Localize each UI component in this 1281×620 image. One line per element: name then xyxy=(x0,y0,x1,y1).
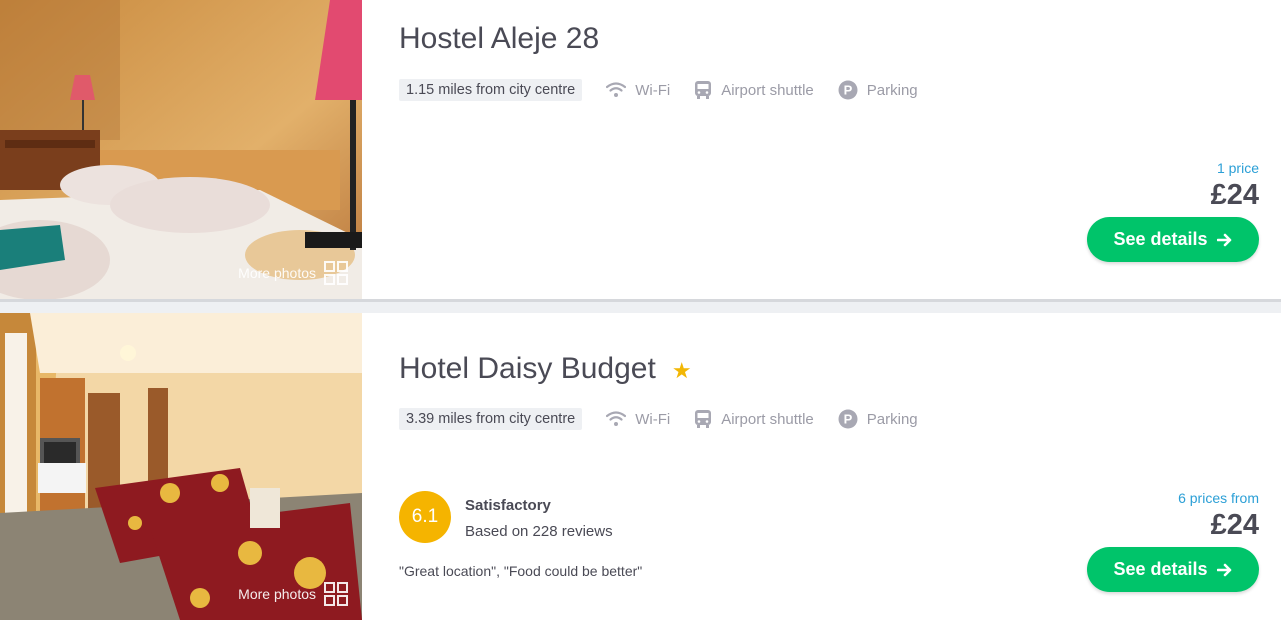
hotel-photo[interactable]: More photos xyxy=(0,313,362,620)
hotel-photo[interactable]: More photos xyxy=(0,0,362,299)
gallery-grid-icon xyxy=(324,582,348,606)
rating-score: 6.1 xyxy=(399,491,451,543)
rating-label: Satisfactory xyxy=(465,497,551,514)
more-photos-label: More photos xyxy=(238,265,316,281)
hotel-name[interactable]: Hotel Daisy Budget ★ xyxy=(399,352,692,386)
hotel-room-image xyxy=(0,0,362,299)
see-details-label: See details xyxy=(1113,559,1208,579)
rating-reviews: Based on 228 reviews xyxy=(465,523,613,540)
more-photos-link[interactable]: More photos xyxy=(238,582,348,606)
more-photos-label: More photos xyxy=(238,586,316,602)
more-photos-link[interactable]: More photos xyxy=(238,261,348,285)
hotel-name-text[interactable]: Hotel Daisy Budget xyxy=(399,352,656,386)
distance-badge: 3.39 miles from city centre xyxy=(399,408,583,430)
arrow-right-icon xyxy=(1216,563,1231,576)
hotel-room-image xyxy=(0,313,362,620)
price-block: 6 prices from £24 xyxy=(1178,490,1259,542)
bus-icon xyxy=(695,410,712,428)
star-icon: ★ xyxy=(671,358,692,383)
amenity-airport-shuttle: Airport shuttle xyxy=(694,409,814,429)
svg-text:P: P xyxy=(843,412,852,427)
amenity-label: Parking xyxy=(866,410,918,428)
amenity-label: Wi-Fi xyxy=(635,410,671,428)
see-details-button[interactable]: See details xyxy=(1087,547,1259,592)
gallery-grid-icon xyxy=(324,261,348,285)
amenity-wifi: Wi-Fi xyxy=(606,411,670,428)
amenity-label: Airport shuttle xyxy=(721,410,814,428)
rating-text: Satisfactory Based on 228 reviews xyxy=(465,491,613,543)
parking-icon: P xyxy=(838,409,858,429)
info-row: 3.39 miles from city centre Wi-Fi Airpor… xyxy=(399,408,918,430)
price-count-link[interactable]: 6 prices from xyxy=(1178,490,1259,506)
wifi-icon xyxy=(606,411,627,426)
rating-block[interactable]: 6.1 Satisfactory Based on 228 reviews xyxy=(399,491,613,543)
review-quote: "Great location", "Food could be better" xyxy=(399,563,643,579)
price-value: £24 xyxy=(1210,509,1259,541)
amenity-parking: P Parking xyxy=(838,409,918,429)
hotel-2-content: Hotel Daisy Budget ★ 3.39 miles from cit… xyxy=(399,0,1281,620)
